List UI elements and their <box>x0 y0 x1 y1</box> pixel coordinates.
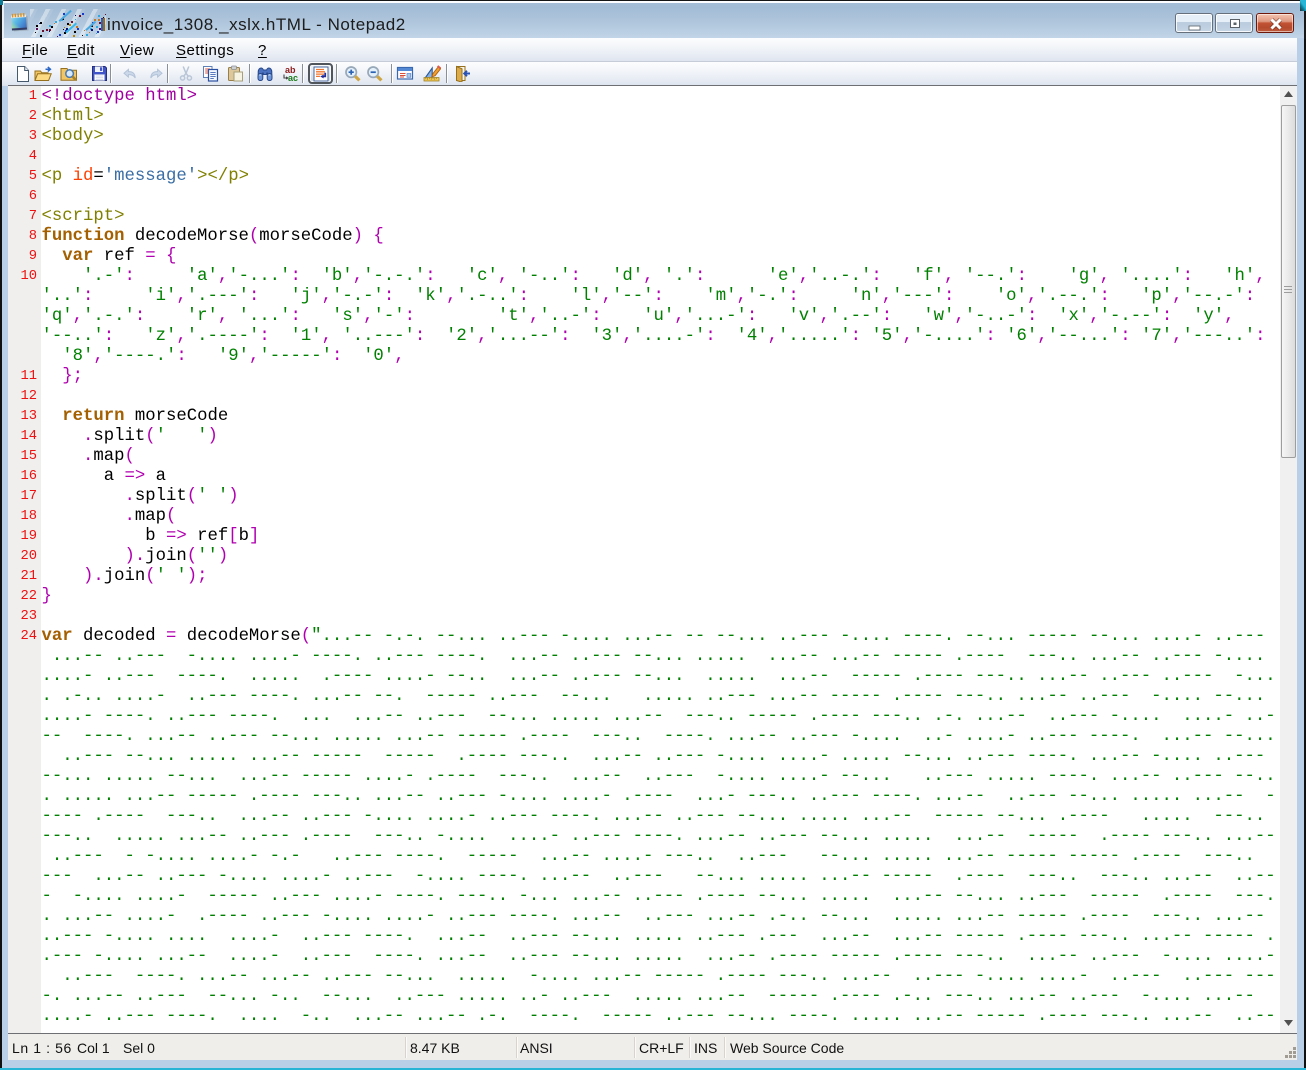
svg-text:ac: ac <box>288 73 298 82</box>
